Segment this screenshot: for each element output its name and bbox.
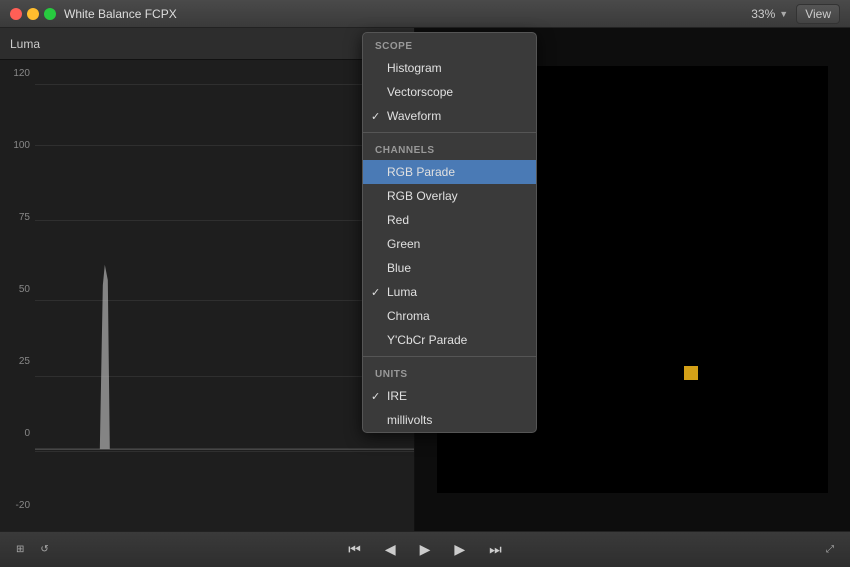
millivolts-label: millivolts [387,413,432,427]
next-frame-button[interactable]: ▶ [446,537,473,562]
red-label: Red [387,213,409,227]
ire-label: IRE [387,389,407,403]
maximize-button[interactable] [44,8,56,20]
scope-section-header: SCOPE [363,33,536,56]
vectorscope-label: Vectorscope [387,85,453,99]
menu-item-rgb-overlay[interactable]: RGB Overlay [363,184,536,208]
rgb-parade-label: RGB Parade [387,165,455,179]
menu-item-green[interactable]: Green [363,232,536,256]
y-label-neg20: -20 [0,500,35,511]
menu-item-red[interactable]: Red [363,208,536,232]
menu-item-chroma[interactable]: Chroma [363,304,536,328]
title-bar-right: 33% ▼ View [751,4,840,24]
waveform-graph: 120 100 75 50 25 0 -20 [0,60,414,531]
waveform-header: Luma ⚙ ▼ [0,28,414,60]
y-label-0: 0 [0,428,35,439]
zoom-dropdown-arrow: ▼ [779,9,788,19]
zoom-control[interactable]: 33% ▼ [751,7,788,21]
prev-frame-button[interactable]: ◀ [377,537,404,562]
traffic-lights [10,8,56,20]
y-label-100: 100 [0,140,35,151]
title-bar-left: White Balance FCPX [10,7,177,21]
close-button[interactable] [10,8,22,20]
waveform-svg [35,60,414,531]
menu-item-rgb-parade[interactable]: RGB Parade [363,160,536,184]
waveform-check: ✓ [371,110,380,123]
menu-item-waveform[interactable]: ✓ Waveform [363,104,536,128]
waveform-panel: Luma ⚙ ▼ 120 100 75 50 25 0 -20 [0,28,415,531]
histogram-label: Histogram [387,61,442,75]
menu-item-millivolts[interactable]: millivolts [363,408,536,432]
divider-2 [363,356,536,357]
menu-item-histogram[interactable]: Histogram [363,56,536,80]
luma-label: Luma [387,285,417,299]
green-label: Green [387,237,420,251]
fullscreen-button[interactable]: ⤢ [820,542,840,557]
loop-button[interactable]: ↺ [34,542,54,557]
toolbar-right: ⤢ [820,542,840,557]
view-button[interactable]: View [796,4,840,24]
title-bar: White Balance FCPX 33% ▼ View [0,0,850,28]
waveform-label: Luma [10,37,40,51]
zoom-value: 33% [751,7,775,21]
y-label-120: 120 [0,68,35,79]
minimize-button[interactable] [27,8,39,20]
y-label-25: 25 [0,356,35,367]
toolbar-left: ⊞ ↺ [10,542,55,557]
chroma-label: Chroma [387,309,430,323]
waveform-label: Waveform [387,109,441,123]
menu-item-ire[interactable]: ✓ IRE [363,384,536,408]
blue-label: Blue [387,261,411,275]
dropdown-menu: SCOPE Histogram Vectorscope ✓ Waveform C… [362,32,537,433]
bottom-toolbar: ⊞ ↺ ⏮ ◀ ▶ ▶ ⏭ ⤢ [0,531,850,567]
rgb-overlay-label: RGB Overlay [387,189,458,203]
menu-item-vectorscope[interactable]: Vectorscope [363,80,536,104]
y-label-75: 75 [0,212,35,223]
add-marker-button[interactable]: ⊞ [10,542,30,557]
units-section-header: UNITS [363,361,536,384]
play-button[interactable]: ▶ [412,537,439,562]
graph-area [35,60,414,531]
y-label-50: 50 [0,284,35,295]
ire-check: ✓ [371,390,380,403]
menu-item-luma[interactable]: ✓ Luma [363,280,536,304]
menu-item-ycbcr-parade[interactable]: Y'CbCr Parade [363,328,536,352]
skip-back-button[interactable]: ⏮ [340,537,369,562]
window-title: White Balance FCPX [64,7,177,21]
yellow-marker [684,366,698,380]
y-axis: 120 100 75 50 25 0 -20 [0,60,35,531]
menu-item-blue[interactable]: Blue [363,256,536,280]
divider-1 [363,132,536,133]
channels-section-header: CHANNELS [363,137,536,160]
ycbcr-parade-label: Y'CbCr Parade [387,333,467,347]
skip-forward-button[interactable]: ⏭ [481,537,510,562]
luma-check: ✓ [371,286,380,299]
